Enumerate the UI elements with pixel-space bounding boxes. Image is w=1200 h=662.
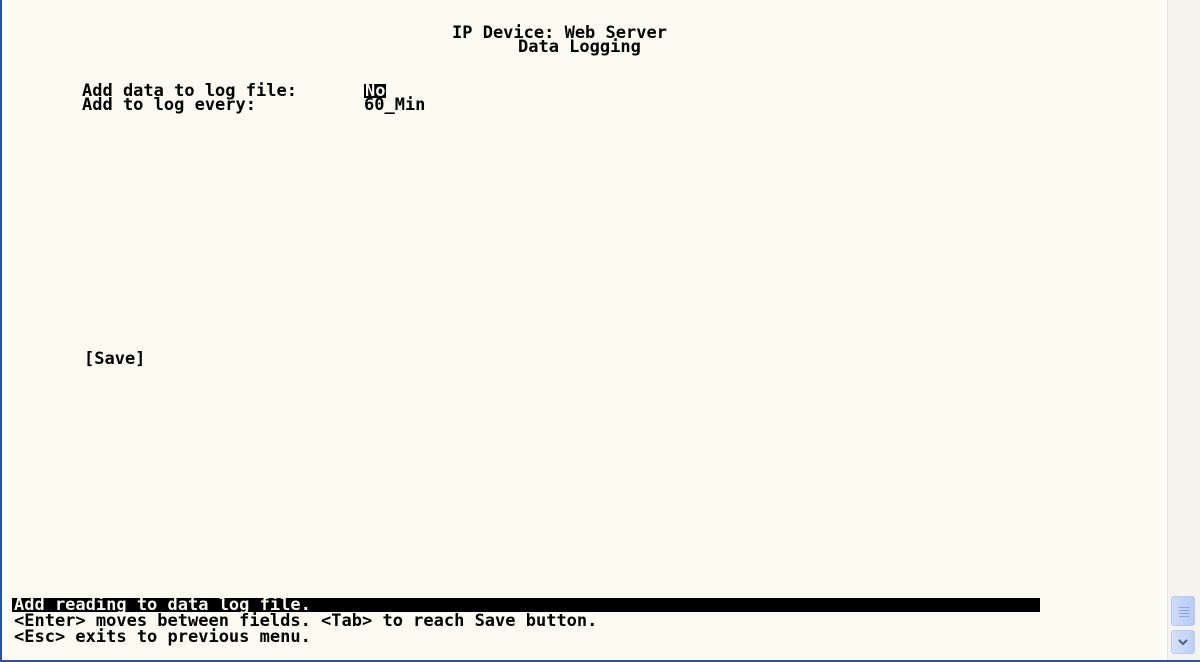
vertical-scrollbar[interactable] <box>1167 0 1200 660</box>
help-text: Add reading to data log file. <box>14 595 311 615</box>
hint-fields: <Enter> moves between fields. <Tab> to r… <box>14 611 598 631</box>
scroll-down-button[interactable] <box>1171 630 1195 654</box>
page-subtitle: Data Logging <box>518 37 641 57</box>
log-interval-label: Add to log every: <box>82 95 256 115</box>
save-button[interactable]: [Save] <box>84 351 145 368</box>
terminal-window: IP Device: Web Server Data Logging Add d… <box>0 0 1200 662</box>
hint-exit: <Esc> exits to previous menu. <box>14 627 311 647</box>
chevron-down-icon <box>1178 639 1188 646</box>
terminal-screen[interactable]: IP Device: Web Server Data Logging Add d… <box>6 0 1166 660</box>
scroll-thumb[interactable] <box>1171 596 1195 626</box>
log-interval-field[interactable]: 60_Min <box>364 97 425 114</box>
